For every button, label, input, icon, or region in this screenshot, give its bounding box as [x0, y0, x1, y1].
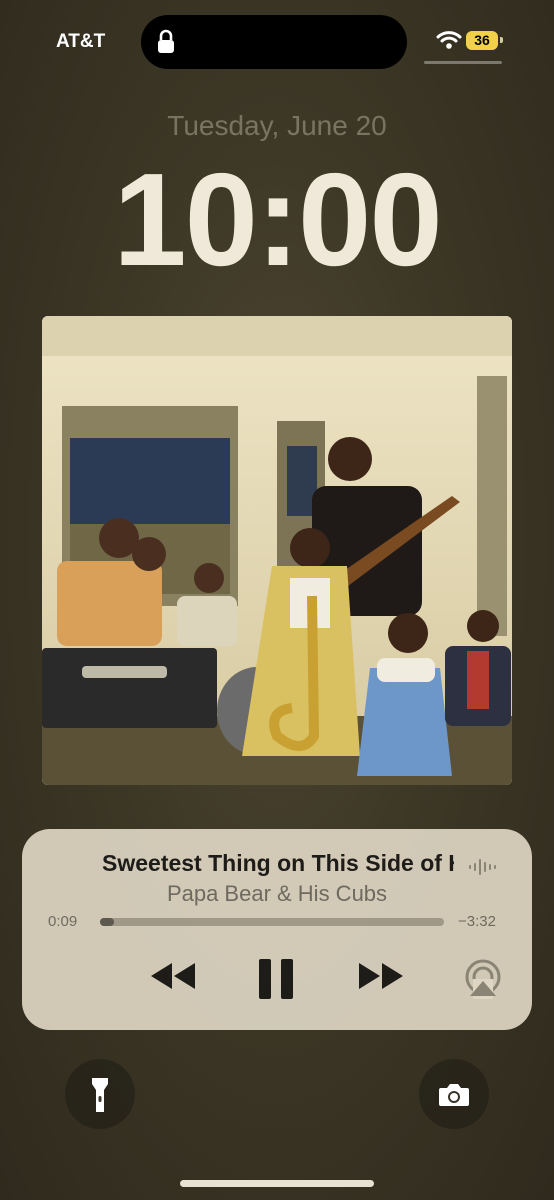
home-indicator[interactable]	[180, 1180, 374, 1187]
wifi-icon	[436, 30, 462, 55]
progress-scrubber[interactable]	[100, 918, 444, 926]
camera-button[interactable]	[419, 1059, 489, 1129]
lock-screen-date: Tuesday, June 20	[167, 110, 387, 141]
dynamic-island[interactable]	[141, 15, 407, 69]
now-playing-widget[interactable]: Sweetest Thing on This Side of Heaven Pa…	[22, 829, 532, 1030]
battery-tip	[500, 37, 503, 43]
lock-icon	[155, 29, 177, 60]
album-photo	[42, 316, 512, 785]
elapsed-time: 0:09	[48, 913, 78, 930]
lock-screen-time: 10:00	[113, 146, 443, 293]
airplay-icon[interactable]	[463, 959, 503, 1004]
flashlight-button[interactable]	[65, 1059, 135, 1129]
carrier-label: AT&T	[56, 31, 106, 52]
camera-icon	[438, 1083, 470, 1112]
track-artist[interactable]: Papa Bear & His Cubs	[22, 881, 532, 907]
status-underline	[424, 61, 502, 64]
waveform-icon	[468, 856, 500, 883]
forward-icon[interactable]	[357, 961, 405, 996]
battery-icon: 36	[466, 31, 498, 50]
album-artwork[interactable]	[42, 316, 512, 785]
progress-fill	[100, 918, 114, 926]
flashlight-icon	[90, 1076, 110, 1119]
pause-icon[interactable]	[257, 957, 295, 1006]
remaining-time: −3:32	[458, 913, 496, 930]
rewind-icon[interactable]	[149, 961, 197, 996]
track-title[interactable]: Sweetest Thing on This Side of Heaven	[102, 850, 454, 877]
